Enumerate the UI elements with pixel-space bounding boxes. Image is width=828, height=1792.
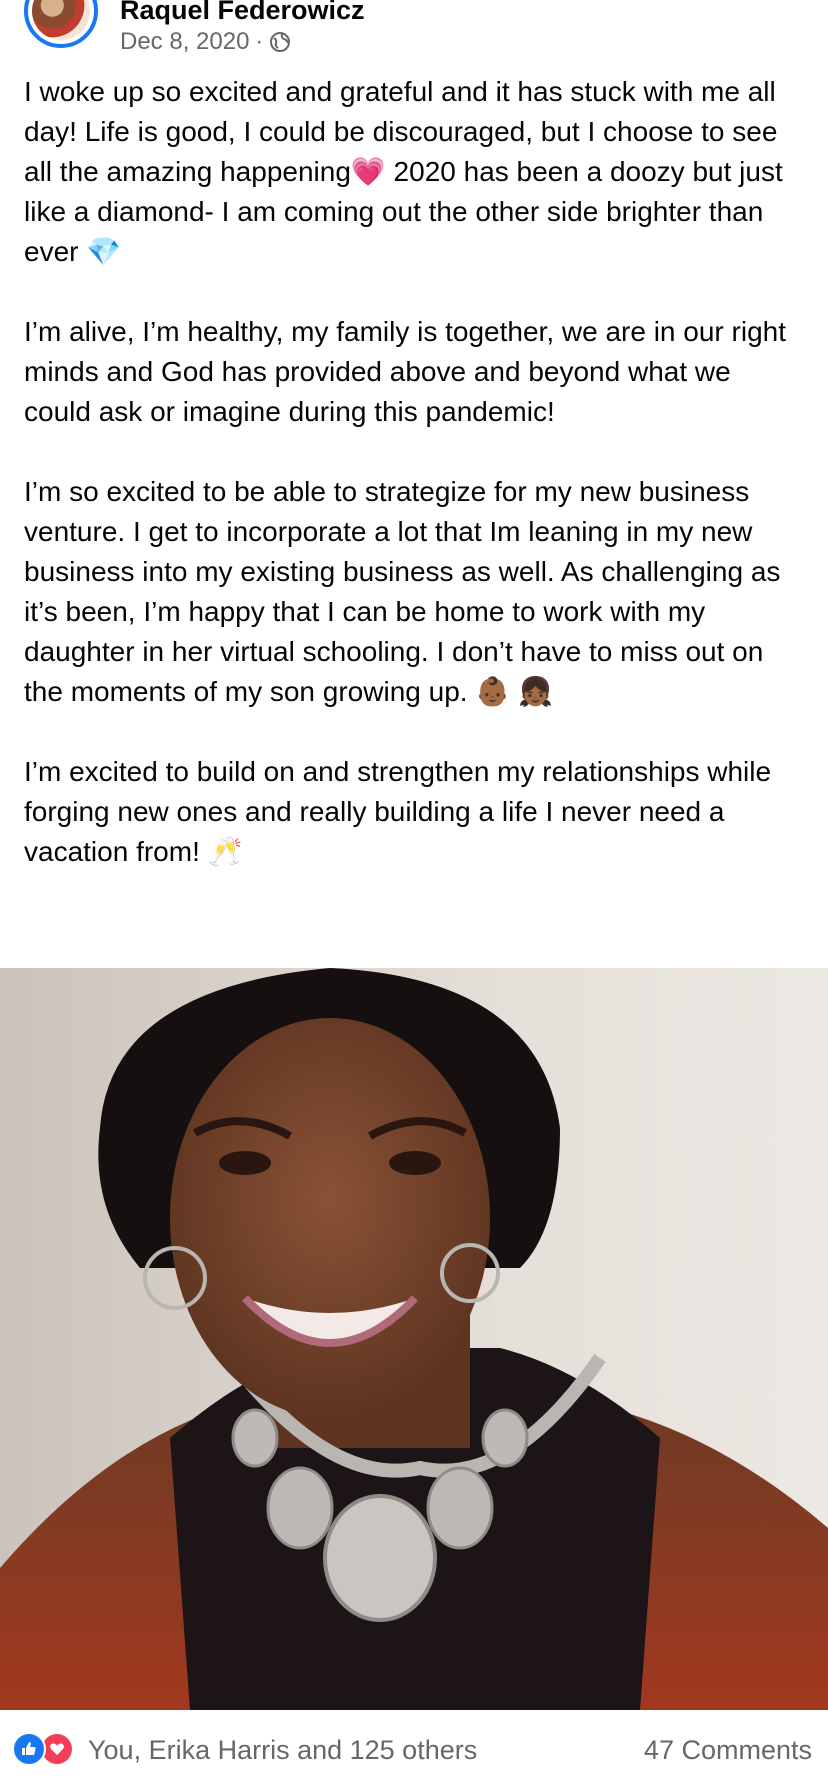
globe-icon (269, 31, 291, 53)
post-paragraph: I’m so excited to be able to strategize … (24, 476, 781, 707)
portrait-illustration (0, 968, 828, 1710)
like-icon (12, 1732, 46, 1766)
post-meta: Dec 8, 2020 · (120, 27, 291, 57)
post-header: Raquel Federowicz Dec 8, 2020 · (24, 0, 804, 64)
reaction-icons[interactable] (12, 1732, 82, 1768)
avatar-image (32, 0, 90, 40)
meta-separator: · (255, 28, 264, 55)
author-name[interactable]: Raquel Federowicz (120, 0, 365, 26)
author-avatar[interactable] (24, 0, 98, 48)
post-paragraph: I’m excited to build on and strengthen m… (24, 756, 772, 867)
post-photo[interactable] (0, 968, 828, 1710)
post-paragraph: I woke up so excited and grateful and it… (24, 76, 783, 267)
post-paragraph: I’m alive, I’m healthy, my family is tog… (24, 316, 786, 427)
comments-count[interactable]: 47 Comments (644, 1732, 812, 1768)
post-date[interactable]: Dec 8, 2020 (120, 27, 249, 57)
post-body: I woke up so excited and grateful and it… (24, 72, 804, 912)
reactions-bar: You, Erika Harris and 125 others 47 Comm… (0, 1710, 828, 1792)
reactors-summary[interactable]: You, Erika Harris and 125 others (88, 1732, 477, 1768)
